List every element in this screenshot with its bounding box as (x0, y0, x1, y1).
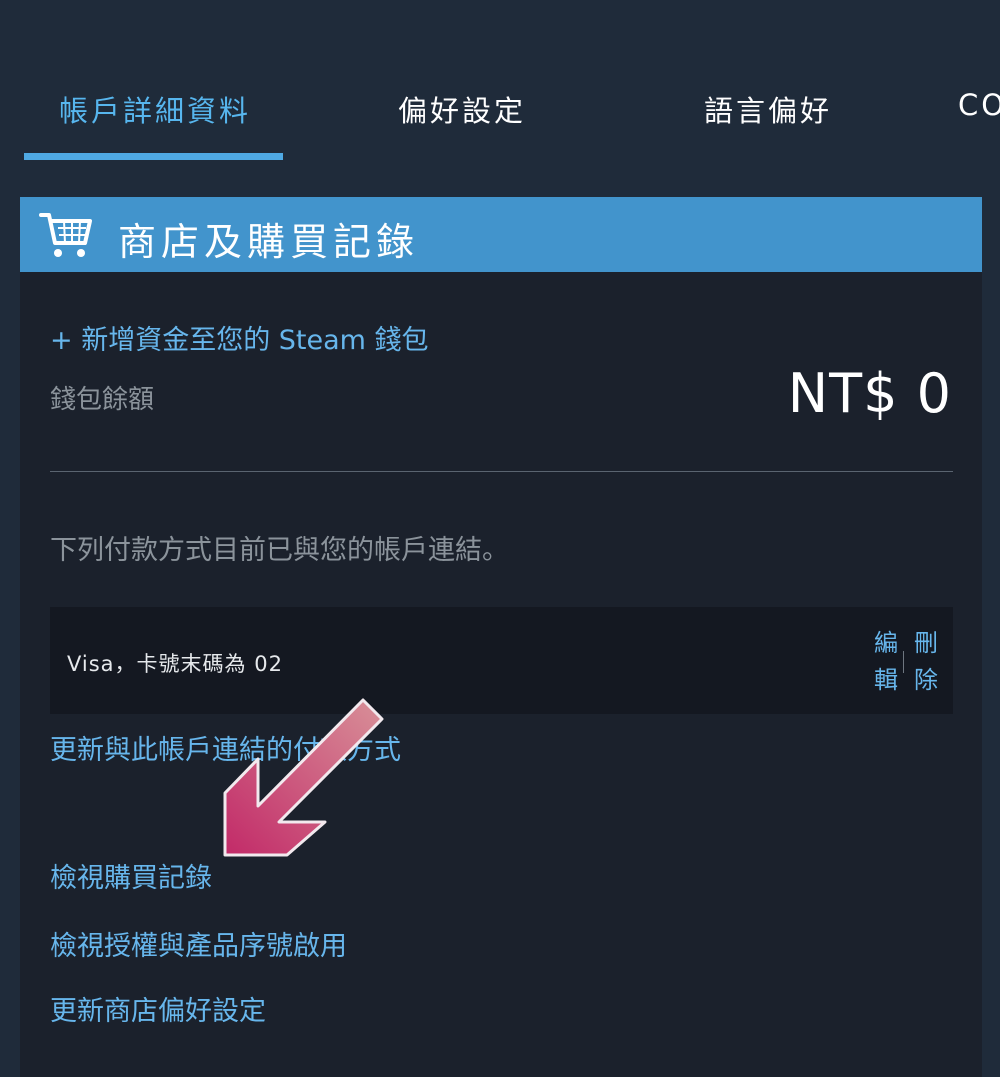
account-tabs: 帳戶詳細資料 偏好設定 語言偏好 CO (0, 0, 1000, 165)
active-tab-indicator (24, 153, 283, 160)
wallet-balance-value: NT$ 0 (787, 362, 952, 425)
purchase-history-link[interactable]: 檢視購買記錄 (50, 856, 212, 895)
delete-payment-button[interactable]: 刪除 (912, 625, 940, 699)
tab-preferences[interactable]: 偏好設定 (398, 88, 526, 130)
action-separator (903, 651, 904, 673)
licenses-link[interactable]: 檢視授權與產品序號啟用 (50, 924, 347, 963)
divider (50, 471, 953, 472)
tab-co-partial[interactable]: CO (958, 88, 1000, 122)
section-title: 商店及購買記錄 (118, 220, 420, 264)
pointer-arrow-icon (223, 698, 384, 857)
add-funds-link[interactable]: + 新增資金至您的 Steam 錢包 (50, 318, 429, 357)
linked-payment-description: 下列付款方式目前已與您的帳戶連結。 (50, 535, 509, 566)
store-purchase-panel: 商店及購買記錄 + 新增資金至您的 Steam 錢包 錢包餘額 NT$ 0 下列… (20, 197, 982, 1077)
section-header: 商店及購買記錄 (20, 197, 982, 272)
store-preferences-link[interactable]: 更新商店偏好設定 (50, 989, 266, 1028)
payment-method-row: Visa，卡號末碼為 02 編輯 刪除 (50, 607, 953, 714)
edit-payment-button[interactable]: 編輯 (872, 625, 900, 699)
payment-method-text: Visa，卡號末碼為 02 (67, 652, 283, 676)
tab-language-preferences[interactable]: 語言偏好 (704, 88, 832, 130)
tab-account-details[interactable]: 帳戶詳細資料 (59, 88, 251, 130)
shopping-cart-icon (39, 213, 92, 257)
wallet-balance-label: 錢包餘額 (50, 385, 155, 415)
